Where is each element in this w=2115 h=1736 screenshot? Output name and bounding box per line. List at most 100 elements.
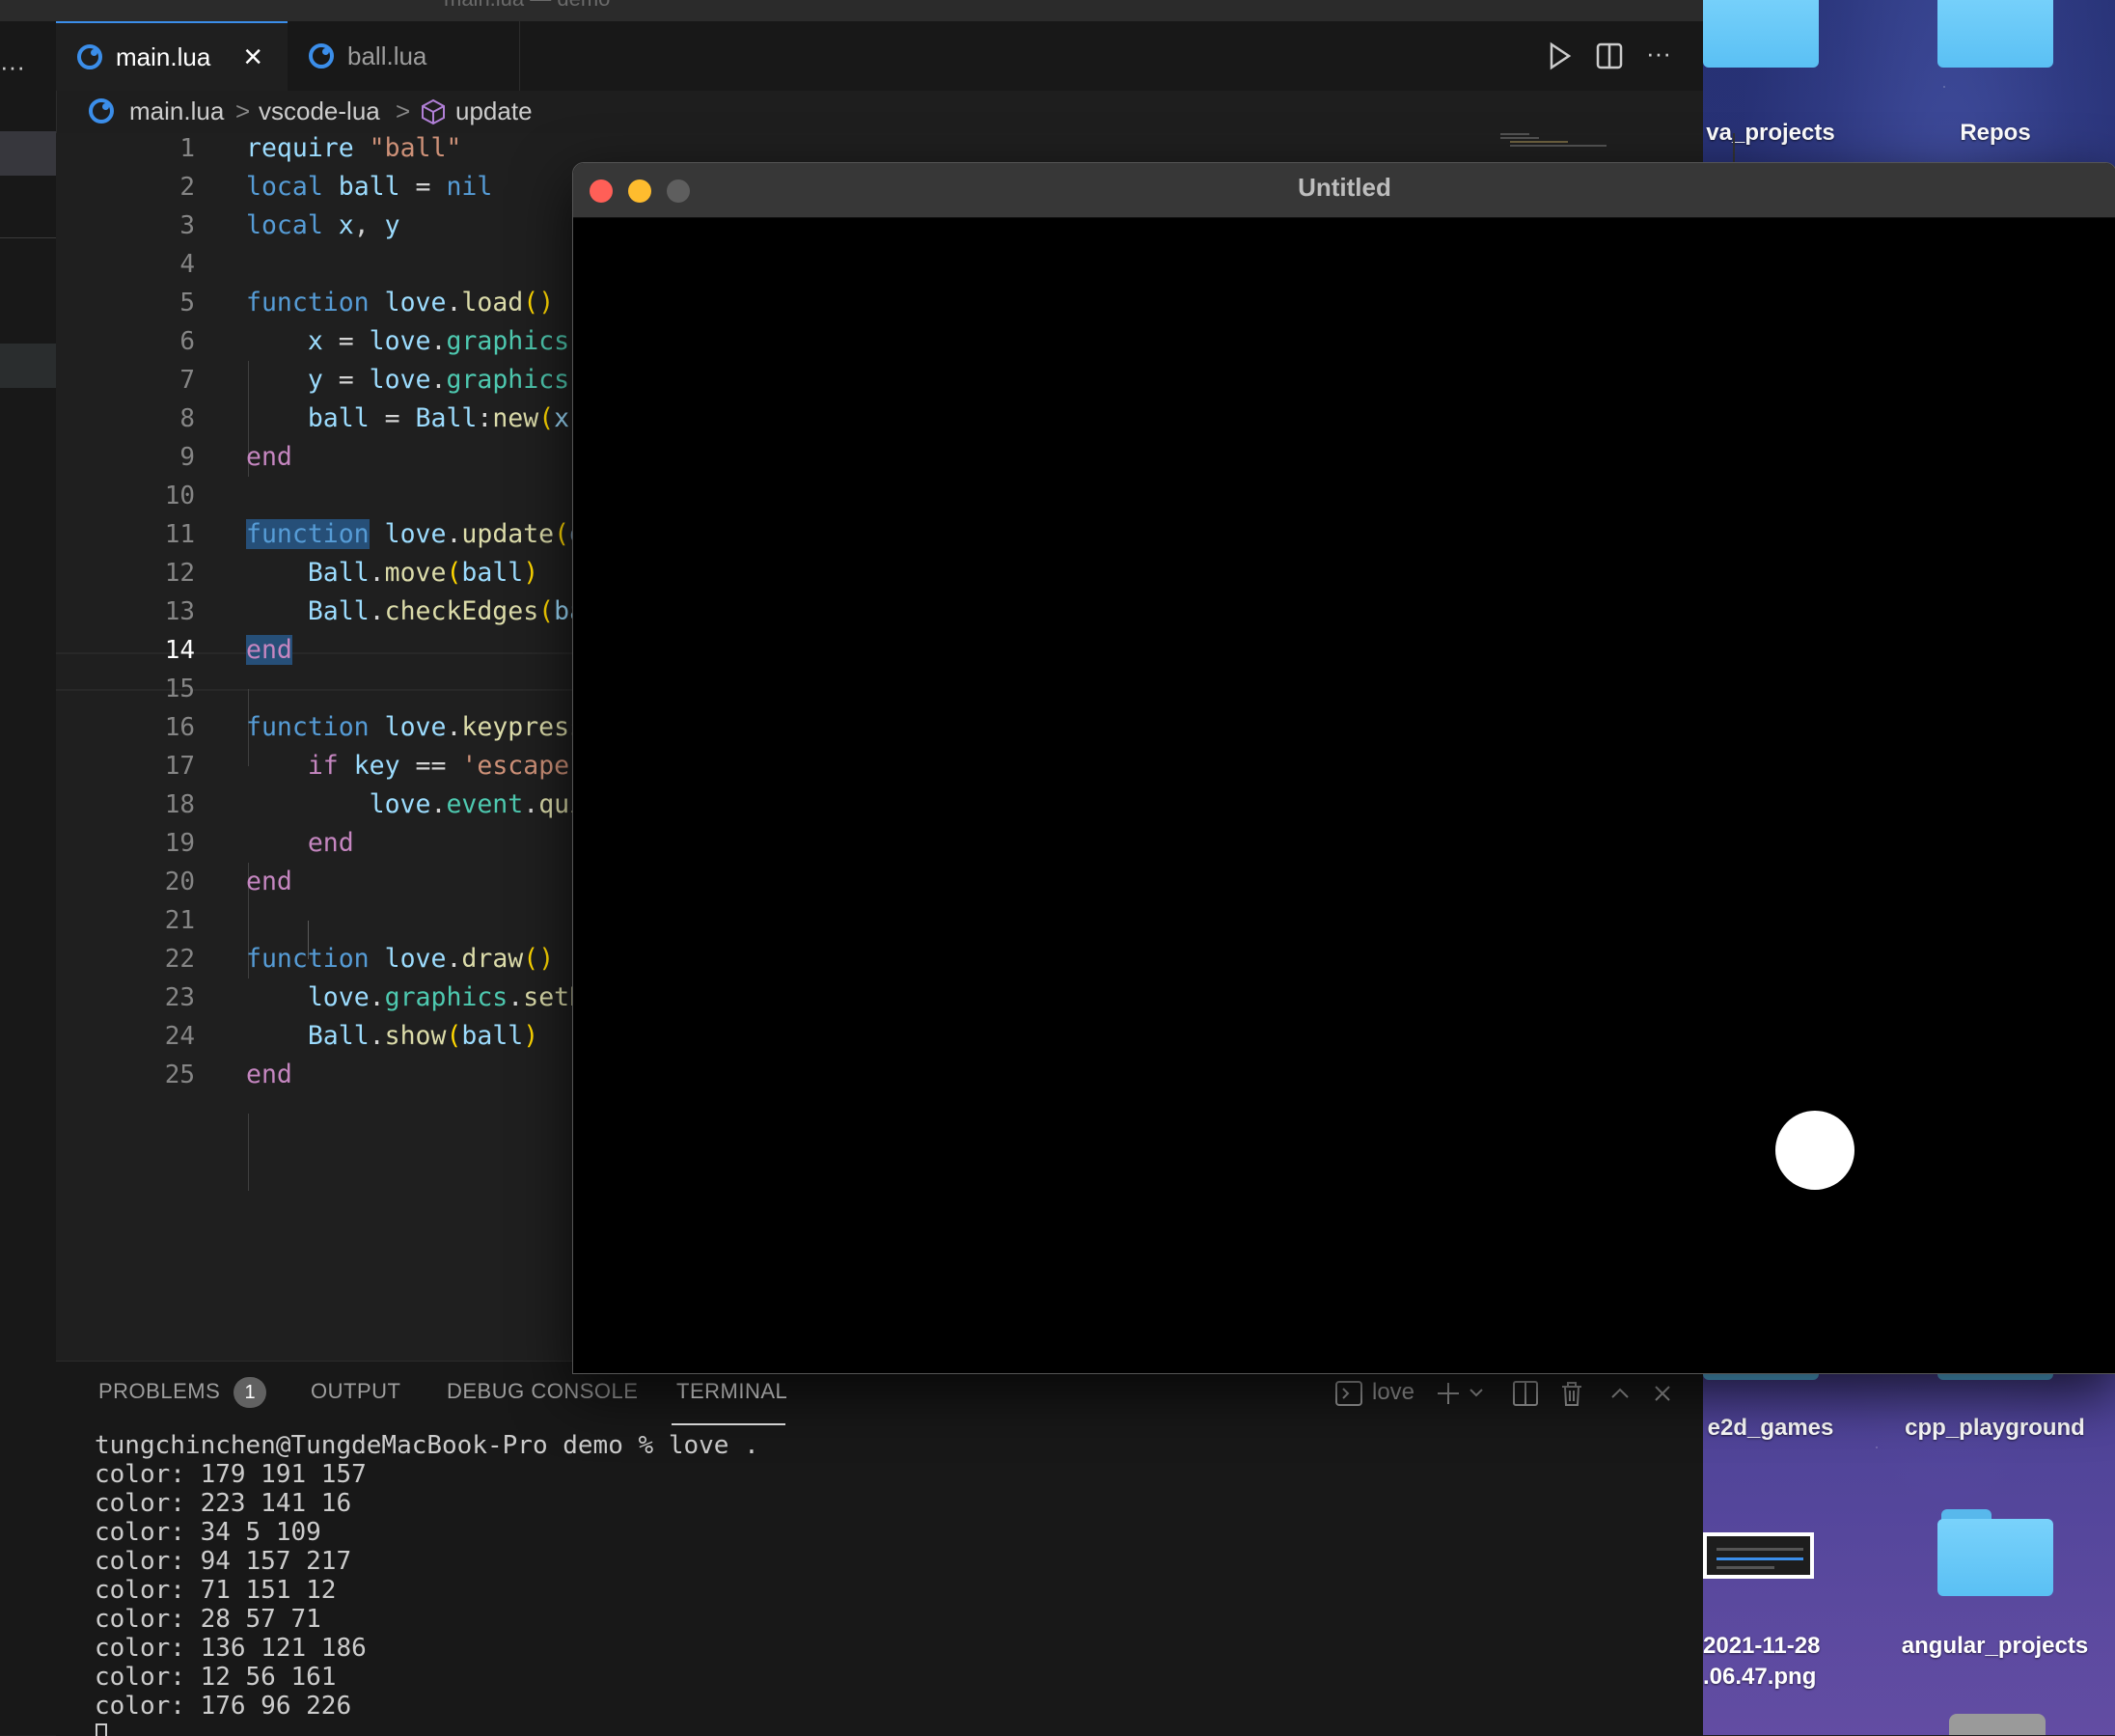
line-number: 13 <box>164 597 195 626</box>
line-number: 19 <box>164 829 195 858</box>
line-number: 18 <box>164 790 195 819</box>
close-tab-icon[interactable]: × <box>243 39 262 76</box>
method-cube-icon <box>422 98 445 125</box>
window-title: main.lua — demo <box>444 0 610 12</box>
line-number: 2 <box>179 173 195 202</box>
tab-ball-lua[interactable]: ball.lua <box>288 21 520 91</box>
code-line: end <box>246 635 292 665</box>
code-line: function love.load() <box>246 288 555 317</box>
desktop-label-repos[interactable]: Repos <box>1933 120 2058 147</box>
code-line: end <box>307 828 354 858</box>
terminal-icon <box>1335 1381 1362 1406</box>
tab-label: main.lua <box>116 41 211 71</box>
line-number: 3 <box>179 211 195 240</box>
close-panel-icon[interactable] <box>1648 1379 1677 1408</box>
line-number: 24 <box>164 1022 195 1051</box>
terminal-line: color: 71 151 12 <box>95 1576 337 1605</box>
lua-file-icon <box>89 98 114 124</box>
desktop-label-angular-projects[interactable]: angular_projects <box>1886 1633 2103 1660</box>
breadcrumb-symbol[interactable]: update <box>455 96 533 126</box>
panel-tab-output[interactable]: OUTPUT <box>311 1379 400 1404</box>
terminal-line: color: 136 121 186 <box>95 1634 367 1663</box>
play-icon[interactable] <box>1544 41 1575 71</box>
breadcrumb: main.lua > vscode-lua > update <box>56 91 1703 133</box>
chevron-up-icon[interactable] <box>1606 1379 1634 1408</box>
line-number: 5 <box>179 289 195 317</box>
code-line: require "ball" <box>246 133 462 163</box>
code-line: function love.draw() <box>246 944 555 974</box>
line-number: 16 <box>164 713 195 742</box>
terminal-line: color: 12 56 161 <box>95 1663 337 1692</box>
love-game-window[interactable]: Untitled <box>572 162 2115 1374</box>
code-line: Ball.move(ball) <box>307 558 539 588</box>
code-line: function love.update(dt) <box>246 519 616 549</box>
code-line: local ball = nil <box>246 172 493 202</box>
indent-guide <box>248 1114 249 1191</box>
breadcrumb-folder[interactable]: vscode-lua <box>259 96 380 126</box>
code-line: Ball.show(ball) <box>307 1021 539 1051</box>
love-window-title: Untitled <box>1298 173 1391 202</box>
breadcrumb-separator: > <box>396 96 411 125</box>
bottom-panel: PROBLEMS 1 OUTPUT DEBUG CONSOLE TERMINAL… <box>56 1361 1703 1736</box>
code-line: end <box>246 1060 292 1089</box>
line-number: 25 <box>164 1061 195 1089</box>
love-title-bar[interactable]: Untitled <box>573 163 2115 218</box>
line-number: 15 <box>164 675 195 703</box>
tab-label: ball.lua <box>347 41 427 70</box>
ball <box>1775 1111 1854 1190</box>
active-tab-indicator <box>672 1423 785 1425</box>
line-number: 12 <box>164 559 195 588</box>
desktop-label-va-projects[interactable]: va_projects <box>1703 120 1838 147</box>
more-actions-icon[interactable]: ··· <box>0 52 25 82</box>
code-line: end <box>246 867 292 896</box>
breadcrumb-file[interactable]: main.lua <box>129 96 224 126</box>
line-number: 21 <box>164 906 195 935</box>
sidebar-selected-item[interactable] <box>0 131 56 176</box>
folder-icon[interactable] <box>1703 0 1819 68</box>
terminal-name[interactable]: love <box>1372 1379 1415 1406</box>
panel-tab-problems[interactable]: PROBLEMS <box>98 1379 220 1404</box>
lua-file-icon <box>77 44 102 69</box>
tab-bar: main.lua × ball.lua ··· <box>56 21 1703 91</box>
folder-icon[interactable] <box>1937 1509 2053 1596</box>
sidebar-item[interactable] <box>0 344 56 388</box>
line-number: 1 <box>179 134 195 163</box>
desktop-label-screenshot-2[interactable]: .06.47.png <box>1703 1664 1857 1691</box>
screenshot-thumbnail[interactable] <box>1703 1532 1814 1579</box>
panel-tab-debug-console[interactable]: DEBUG CONSOLE <box>447 1379 638 1404</box>
split-terminal-icon[interactable] <box>1511 1379 1540 1408</box>
line-number: 4 <box>179 250 195 279</box>
split-editor-icon[interactable] <box>1594 41 1625 71</box>
line-number: 17 <box>164 752 195 781</box>
terminal-line: tungchinchen@TungdeMacBook-Pro demo % lo… <box>95 1431 759 1460</box>
desktop-label-screenshot-1[interactable]: 2021-11-28 <box>1703 1633 1857 1660</box>
desktop-label-e2d-games[interactable]: e2d_games <box>1703 1415 1838 1442</box>
code-line: local x, y <box>246 210 400 240</box>
line-number: 22 <box>164 945 195 974</box>
desktop-label-cpp-playground[interactable]: cpp_playground <box>1891 1415 2099 1442</box>
terminal-line: color: 28 57 71 <box>95 1605 321 1634</box>
line-number: 9 <box>179 443 195 472</box>
add-terminal-icon[interactable] <box>1434 1379 1463 1408</box>
trash-icon[interactable] <box>1557 1379 1586 1408</box>
divider <box>0 237 56 238</box>
terminal-line: color: 223 141 16 <box>95 1489 352 1518</box>
window-title-strip: main.lua — demo <box>0 0 1703 21</box>
tab-main-lua[interactable]: main.lua × <box>56 21 288 91</box>
chevron-down-icon[interactable] <box>1467 1383 1486 1402</box>
terminal-cursor <box>96 1723 107 1736</box>
line-number: 20 <box>164 868 195 896</box>
breadcrumb-separator: > <box>235 96 251 125</box>
terminal-line: color: 176 96 226 <box>95 1692 352 1721</box>
panel-tab-terminal[interactable]: TERMINAL <box>676 1379 787 1404</box>
line-number: 6 <box>179 327 195 356</box>
minimap[interactable] <box>1500 133 1607 162</box>
folder-icon[interactable] <box>1937 0 2053 68</box>
line-number-current: 14 <box>164 636 195 665</box>
code-line: end <box>246 442 292 472</box>
line-number: 23 <box>164 983 195 1012</box>
drive-icon[interactable] <box>1949 1714 2046 1735</box>
lua-file-icon <box>309 43 334 69</box>
more-actions-icon[interactable]: ··· <box>1646 39 1671 69</box>
terminal-line: color: 179 191 157 <box>95 1460 367 1489</box>
